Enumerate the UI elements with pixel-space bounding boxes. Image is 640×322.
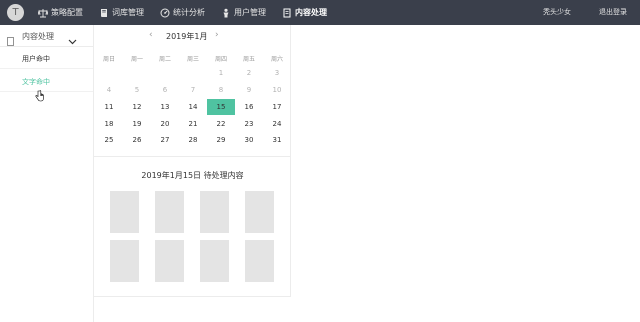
calendar-day[interactable]: 19 (123, 116, 151, 132)
calendar-header: ‹ 2019年1月 › (94, 30, 291, 44)
person-icon (221, 8, 231, 18)
weekday-label: 周五 (242, 56, 255, 63)
calendar-day[interactable]: 4 (95, 82, 123, 98)
nav-item-strategy[interactable]: 策略配置 (38, 0, 83, 25)
calendar-day-selected[interactable]: 15 (207, 99, 235, 115)
calendar-day[interactable]: 22 (207, 116, 235, 132)
month-label: 2019年1月 (166, 32, 208, 41)
content-thumbnail[interactable] (155, 191, 184, 233)
nav-label: 用户管理 (234, 8, 266, 17)
nav-label: 策略配置 (51, 8, 83, 17)
sidebar: 内容处理 用户命中 文字命中 (0, 25, 94, 322)
weekday-label: 周四 (214, 56, 227, 63)
gauge-icon (160, 8, 170, 18)
nav-item-lexicon[interactable]: 词库管理 (99, 0, 144, 25)
chevron-down-icon[interactable] (68, 31, 77, 45)
weekday-label: 周二 (158, 56, 171, 63)
calendar-day[interactable]: 6 (151, 82, 179, 98)
weekday-label: 周日 (102, 56, 115, 63)
content-thumbnail[interactable] (110, 240, 139, 282)
content-thumbnail[interactable] (200, 240, 229, 282)
calendar-day[interactable]: 11 (95, 99, 123, 115)
calendar-day[interactable]: 8 (207, 82, 235, 98)
nav-item-statistics[interactable]: 统计分析 (160, 0, 205, 25)
calendar-day[interactable]: 12 (123, 99, 151, 115)
calendar-day[interactable]: 18 (95, 116, 123, 132)
calendar-day[interactable]: 3 (263, 65, 291, 81)
calendar-day[interactable]: 7 (179, 82, 207, 98)
weekday-label: 周一 (130, 56, 143, 63)
book-icon (99, 8, 109, 18)
sidebar-section-header[interactable]: 内容处理 (0, 25, 93, 47)
calendar-day[interactable]: 25 (95, 132, 123, 148)
sidebar-item-text-hits[interactable]: 文字命中 (0, 71, 93, 92)
user-name[interactable]: 秃头少女 (543, 0, 571, 25)
sidebar-item-label: 用户命中 (22, 55, 50, 63)
content-thumbnail[interactable] (245, 240, 274, 282)
calendar-day[interactable]: 14 (179, 99, 207, 115)
content-thumbnail[interactable] (245, 191, 274, 233)
hand-cursor-icon (35, 87, 44, 102)
sidebar-section-label: 内容处理 (22, 32, 54, 41)
calendar-day[interactable]: 20 (151, 116, 179, 132)
calendar-day[interactable]: 23 (235, 116, 263, 132)
logout-link[interactable]: 退出登录 (599, 0, 627, 25)
calendar-day[interactable]: 30 (235, 132, 263, 148)
document-icon (7, 31, 14, 46)
calendar-day[interactable]: 13 (151, 99, 179, 115)
weekday-label: 周三 (186, 56, 199, 63)
content-thumbnail[interactable] (155, 240, 184, 282)
top-navigation-bar: T 策略配置 词库管理 统计分析 用户管理 内容处理 秃头少女 退出登录 (0, 0, 640, 25)
calendar-day[interactable]: 26 (123, 132, 151, 148)
nav-label: 统计分析 (173, 8, 205, 17)
sidebar-item-user-hits[interactable]: 用户命中 (0, 48, 93, 69)
pending-content-title: 2019年1月15日 待处理内容 (141, 171, 244, 180)
calendar-day[interactable]: 5 (123, 82, 151, 98)
calendar-day[interactable]: 31 (263, 132, 291, 148)
calendar-day[interactable]: 21 (179, 116, 207, 132)
main-nav: 策略配置 词库管理 统计分析 用户管理 内容处理 (38, 0, 343, 25)
calendar-day[interactable]: 17 (263, 99, 291, 115)
content-panel: ‹ 2019年1月 › 周日 周一 周二 周三 周四 周五 周六 1 2 3 4 5 6 7 8 9 10 11… (94, 25, 291, 297)
sidebar-item-label: 文字命中 (22, 78, 50, 86)
calendar-day[interactable]: 24 (263, 116, 291, 132)
calendar-day[interactable]: 2 (235, 65, 263, 81)
nav-item-users[interactable]: 用户管理 (221, 0, 266, 25)
calendar-day[interactable]: 10 (263, 82, 291, 98)
nav-label: 词库管理 (112, 8, 144, 17)
content-thumbnail[interactable] (110, 191, 139, 233)
nav-label: 内容处理 (295, 8, 327, 17)
calendar-day[interactable]: 29 (207, 132, 235, 148)
calendar-day[interactable]: 27 (151, 132, 179, 148)
calendar-day[interactable]: 9 (235, 82, 263, 98)
next-month-button[interactable]: › (215, 30, 219, 40)
section-divider (94, 156, 291, 157)
document-icon (282, 8, 292, 18)
calendar-day[interactable]: 1 (207, 65, 235, 81)
weekday-label: 周六 (270, 56, 283, 63)
content-thumbnail[interactable] (200, 191, 229, 233)
scale-icon (38, 8, 48, 18)
calendar-day[interactable]: 28 (179, 132, 207, 148)
nav-item-content[interactable]: 内容处理 (282, 0, 327, 25)
calendar-day[interactable]: 16 (235, 99, 263, 115)
prev-month-button[interactable]: ‹ (149, 30, 153, 40)
logo-avatar[interactable]: T (7, 4, 24, 21)
